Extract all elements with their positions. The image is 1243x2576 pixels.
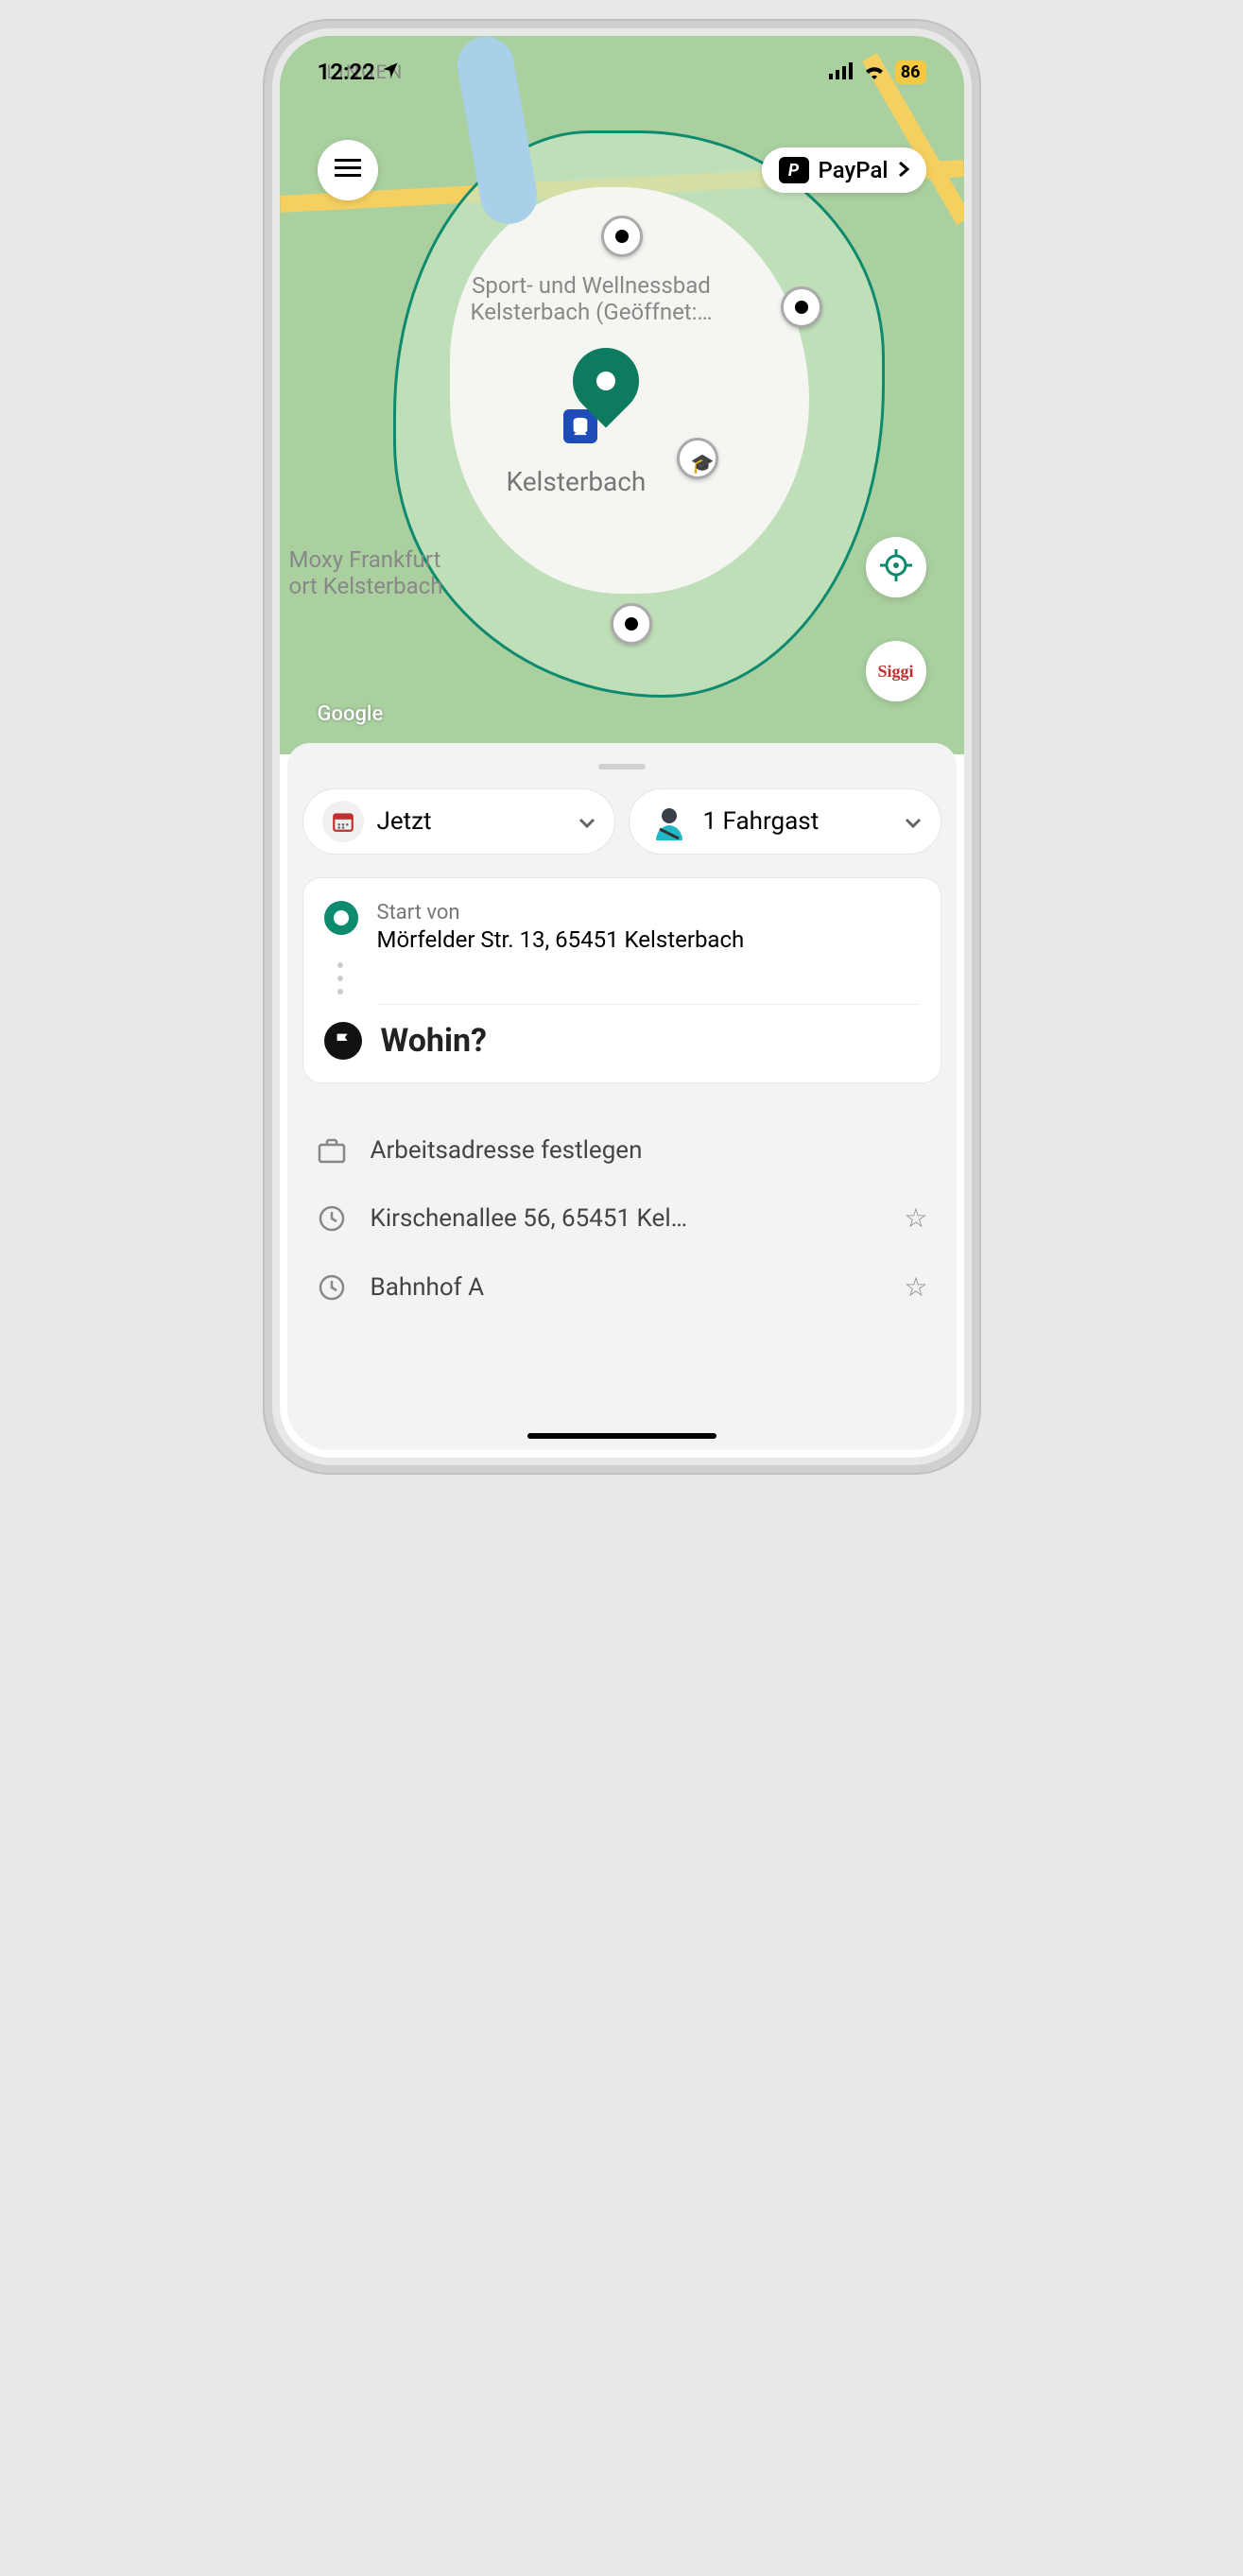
recent-destination[interactable]: Kirschenallee 56, 65451 Kel… ☆ (312, 1184, 932, 1253)
route-connector (337, 962, 345, 994)
map-marker[interactable] (611, 603, 652, 645)
destination-input[interactable]: Wohin? (324, 1022, 920, 1060)
map-marker[interactable] (601, 216, 643, 257)
map-hotel-label: Moxy Frankfurt ort Kelsterbach (289, 546, 443, 599)
favorite-button[interactable]: ☆ (904, 1271, 927, 1303)
clock-icon (316, 1273, 348, 1302)
home-indicator[interactable] (527, 1433, 716, 1439)
sheet-grabber[interactable] (598, 764, 646, 769)
map-marker[interactable] (781, 286, 822, 328)
signal-icon (829, 59, 854, 85)
briefcase-icon (316, 1137, 348, 1164)
suggestion-label: Bahnhof A (371, 1273, 485, 1302)
suggestion-label: Kirschenallee 56, 65451 Kel… (371, 1204, 688, 1233)
start-dot-icon (324, 901, 358, 935)
battery-indicator: 86 (895, 61, 926, 84)
brand-label: Siggi (877, 662, 913, 682)
map-attribution: Google (318, 702, 384, 726)
route-card: Start von Mörfelder Str. 13, 65451 Kelst… (302, 877, 941, 1083)
menu-button[interactable] (318, 140, 378, 200)
map-poi-label: Sport- und Wellnessbad Kelsterbach (Geöf… (422, 272, 762, 325)
set-work-address[interactable]: Arbeitsadresse festlegen (312, 1117, 932, 1184)
payment-button[interactable]: P PayPal (762, 147, 926, 193)
clock-icon (316, 1204, 348, 1233)
location-arrow-icon (381, 59, 400, 85)
hamburger-icon (335, 159, 361, 182)
calendar-icon (322, 801, 364, 842)
destination-prompt: Wohin? (381, 1022, 487, 1060)
map-view[interactable]: 12:22 86 LINGE (280, 36, 964, 754)
map-city-label: Kelsterbach (507, 466, 647, 497)
status-bar: 12:22 86 (280, 51, 964, 93)
wifi-icon (863, 59, 886, 85)
brand-button[interactable]: Siggi (866, 641, 926, 701)
recent-destination[interactable]: Bahnhof A ☆ (312, 1253, 932, 1322)
passenger-icon (648, 801, 690, 842)
start-address: Mörfelder Str. 13, 65451 Kelsterbach (377, 926, 745, 953)
suggestions-list: Arbeitsadresse festlegen Kirschenallee 5… (302, 1117, 941, 1322)
start-location[interactable]: Start von Mörfelder Str. 13, 65451 Kelst… (324, 901, 920, 953)
chevron-right-icon (898, 157, 909, 183)
app-screen: 12:22 86 LINGE (280, 36, 964, 1458)
locate-me-button[interactable] (866, 537, 926, 597)
map-marker-school[interactable] (677, 438, 718, 479)
passenger-selector[interactable]: 1 Fahrgast (629, 788, 941, 855)
bottom-sheet[interactable]: Jetzt 1 Fahrgast (287, 743, 957, 1450)
passenger-label: 1 Fahrgast (703, 807, 820, 836)
time-label: Jetzt (377, 807, 432, 836)
chevron-down-icon (905, 807, 922, 836)
time-selector[interactable]: Jetzt (302, 788, 615, 855)
suggestion-label: Arbeitsadresse festlegen (371, 1136, 643, 1165)
payment-label: PayPal (819, 157, 889, 183)
paypal-icon: P (779, 157, 809, 183)
flag-icon (324, 1022, 362, 1060)
chevron-down-icon (578, 807, 596, 836)
divider (377, 1004, 920, 1005)
favorite-button[interactable]: ☆ (904, 1202, 927, 1234)
status-time: 12:22 (318, 59, 375, 85)
crosshair-icon (880, 549, 912, 585)
start-heading: Start von (377, 901, 745, 925)
